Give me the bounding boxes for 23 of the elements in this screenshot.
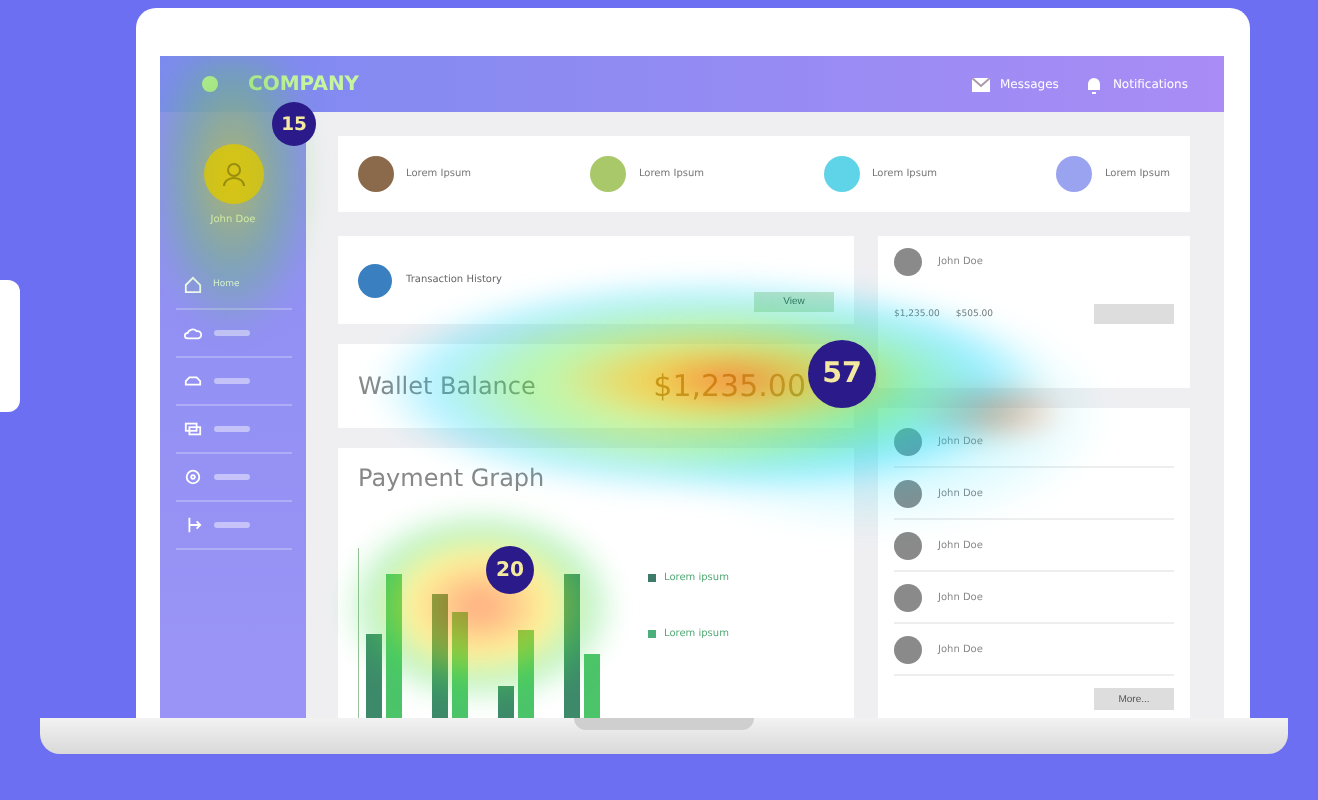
wallet-amount: $1,235.00 [653, 368, 806, 404]
avatar-circle [894, 479, 922, 507]
logout-icon [183, 516, 201, 534]
avatar-circle [894, 248, 922, 276]
settings-icon [183, 468, 201, 486]
brand-name: COMPANY [248, 73, 362, 95]
payment-title: Payment Graph [358, 464, 547, 492]
avatar-circle [894, 427, 922, 455]
user-icon [219, 160, 247, 188]
decor-shape [0, 280, 20, 412]
logo-icon [200, 74, 220, 94]
cloud-icon [183, 324, 201, 342]
transaction-circle [358, 263, 392, 297]
transfer-icon [183, 420, 201, 438]
avatar-circle [894, 531, 922, 559]
home-icon [183, 276, 201, 294]
wallet-label: Wallet Balance [358, 372, 536, 400]
action-button[interactable] [1094, 304, 1174, 324]
mail-icon [972, 77, 990, 91]
avatar-circle [894, 635, 922, 663]
bell-icon [1086, 75, 1103, 93]
avatar-circle [894, 583, 922, 611]
heat-badge: 57 [808, 340, 876, 408]
